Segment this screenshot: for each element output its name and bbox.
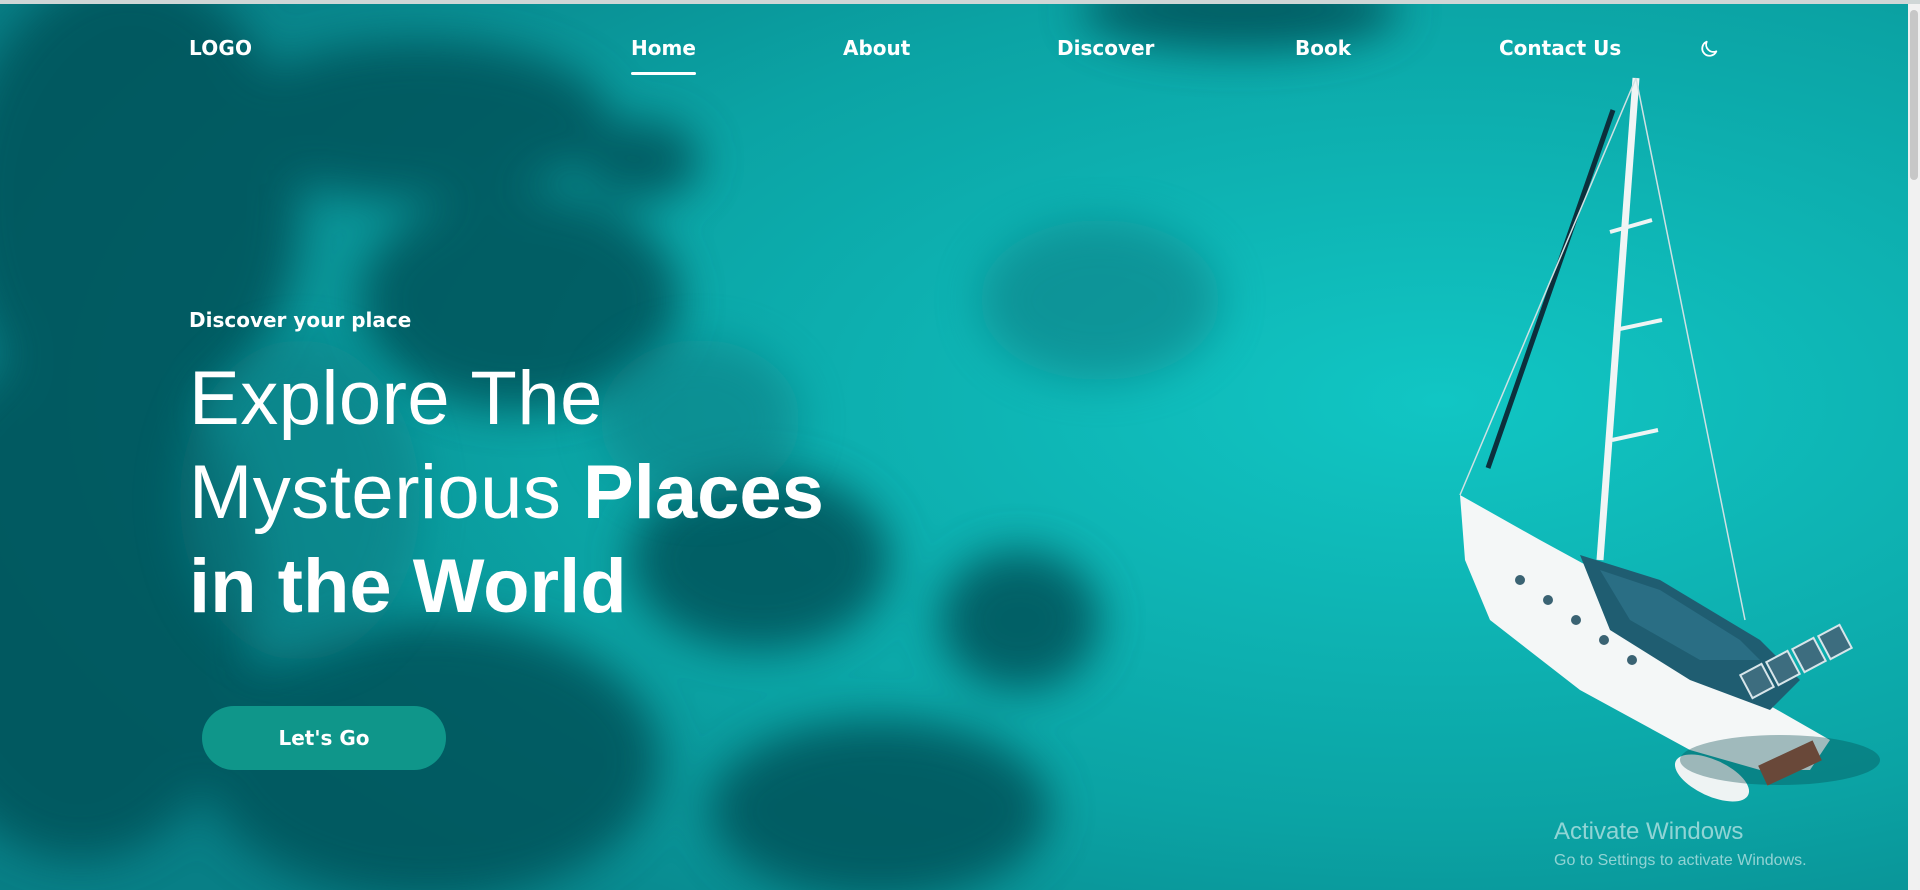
windows-activation-watermark: Activate Windows Go to Settings to activ… <box>1554 818 1807 870</box>
headline-line-2-bold: Places <box>583 450 824 535</box>
hero-headline: Explore The Mysterious Places in the Wor… <box>189 352 824 634</box>
watermark-subtitle: Go to Settings to activate Windows. <box>1554 852 1807 869</box>
hero-page: LOGO Home About Discover Book Contact Us… <box>0 0 1920 890</box>
lets-go-button[interactable]: Let's Go <box>202 706 446 770</box>
watermark-title: Activate Windows <box>1554 818 1744 845</box>
headline-line-1: Explore The <box>189 356 603 441</box>
browser-top-border <box>0 0 1920 4</box>
nav-link-discover[interactable]: Discover <box>1057 36 1154 60</box>
nav-link-book[interactable]: Book <box>1295 36 1351 60</box>
page-scrollbar[interactable] <box>1908 4 1920 890</box>
headline-line-2-light: Mysterious <box>189 450 584 535</box>
nav-link-about[interactable]: About <box>843 36 910 60</box>
main-navigation: Home About Discover Book Contact Us <box>0 36 1920 86</box>
hero-subtitle: Discover your place <box>189 308 412 332</box>
nav-link-contact-us[interactable]: Contact Us <box>1499 36 1621 60</box>
moon-icon[interactable] <box>1698 38 1720 60</box>
nav-link-home[interactable]: Home <box>631 36 696 75</box>
headline-line-3: in the World <box>189 544 627 629</box>
